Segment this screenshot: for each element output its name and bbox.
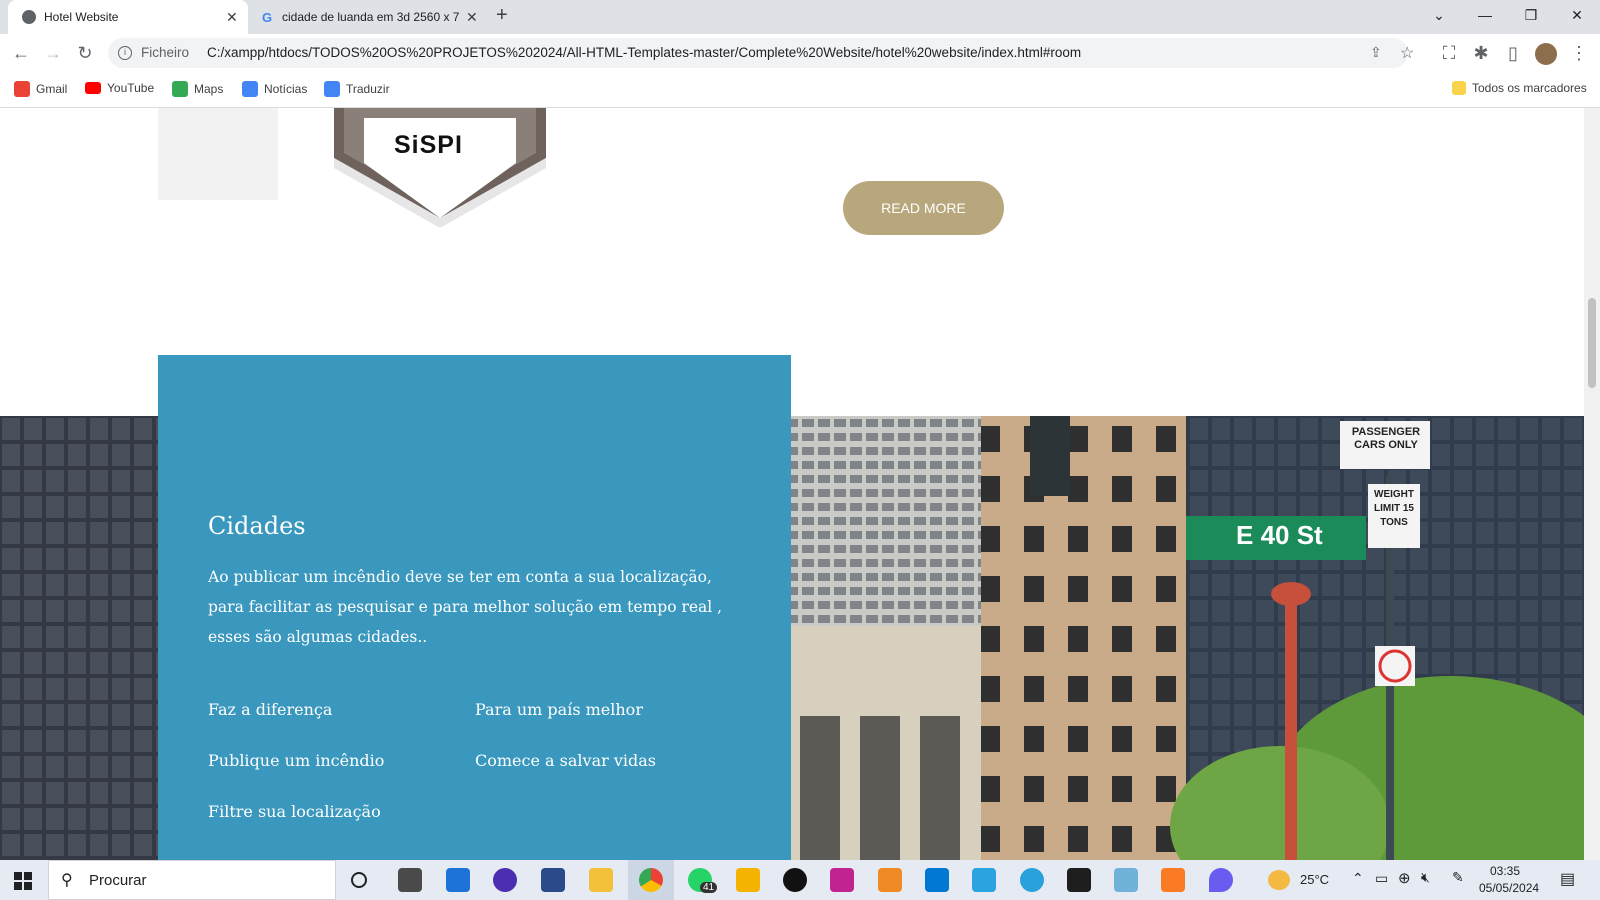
page-viewport: SiSPI READ MORE E 40 St PASSENGER CARS O… xyxy=(0,108,1584,860)
menu-icon[interactable]: ⋮ xyxy=(1566,40,1592,66)
sispi-logo: SiSPI xyxy=(334,108,546,228)
search-placeholder: Procurar xyxy=(89,872,147,889)
telegram-icon[interactable] xyxy=(1020,868,1044,892)
windows-taskbar: ⚲ Procurar 41 25°C ⌃ ▭ ⊕ 🔇︎ ✎ 03:35 05/0… xyxy=(0,860,1600,900)
screenshot-icon[interactable]: ⛶ xyxy=(1436,40,1462,66)
read-more-button[interactable]: READ MORE xyxy=(843,181,1004,235)
passenger-cars-sign: PASSENGER CARS ONLY xyxy=(1351,426,1421,451)
bookmarks-folder[interactable]: Todos os marcadores xyxy=(1452,81,1587,95)
globe-icon xyxy=(22,10,36,24)
browser-toolbar: ← → ↻ i Ficheiro C:/xampp/htdocs/TODOS%2… xyxy=(0,34,1600,72)
restore-button[interactable]: ❐ xyxy=(1508,0,1554,30)
close-icon[interactable]: ✕ xyxy=(226,9,238,26)
tab-title: Hotel Website xyxy=(44,10,119,24)
volume-muted-icon[interactable]: 🔇︎ xyxy=(1421,869,1430,886)
globe-network-icon[interactable]: ⊕ xyxy=(1398,869,1411,887)
search-icon: ⚲ xyxy=(61,872,73,889)
minimize-button[interactable]: — xyxy=(1462,0,1508,30)
tab-google-search[interactable]: G cidade de luanda em 3d 2560 x 7 ✕ xyxy=(252,0,486,34)
bookmark-youtube[interactable]: YouTube xyxy=(85,81,154,95)
avatar[interactable] xyxy=(1535,43,1557,65)
store-icon[interactable] xyxy=(446,868,470,892)
back-icon[interactable]: ← xyxy=(8,40,34,66)
logo-text: SiSPI xyxy=(394,131,463,159)
reload-icon[interactable]: ↻ xyxy=(72,40,98,66)
star-icon[interactable]: ☆ xyxy=(1400,43,1414,63)
clock-time[interactable]: 03:35 xyxy=(1490,864,1520,878)
file-explorer-icon[interactable] xyxy=(589,868,613,892)
chrome-icon-active[interactable] xyxy=(628,860,674,900)
clock-date[interactable]: 05/05/2024 xyxy=(1479,881,1539,895)
folder-icon xyxy=(1452,81,1466,95)
fl-studio-icon[interactable] xyxy=(878,868,902,892)
page-scrollbar[interactable] xyxy=(1584,108,1600,860)
url-text[interactable]: C:/xampp/htdocs/TODOS%20OS%20PROJETOS%20… xyxy=(207,45,1081,60)
tab-hotel-website[interactable]: Hotel Website ✕ xyxy=(8,0,248,34)
youtube-icon xyxy=(85,82,101,94)
app-bolt-icon[interactable] xyxy=(736,868,760,892)
tab-search-icon[interactable]: ⌄ xyxy=(1416,0,1462,30)
translate-icon xyxy=(324,81,340,97)
sidepanel-icon[interactable]: ▯ xyxy=(1500,40,1526,66)
link-pais-melhor[interactable]: Para um país melhor xyxy=(475,700,643,719)
app-diamond-icon[interactable] xyxy=(972,868,996,892)
cidades-panel: Cidades Ao publicar um incêndio deve se … xyxy=(158,355,791,860)
news-icon xyxy=(242,81,258,97)
forward-icon[interactable]: → xyxy=(40,40,66,66)
xampp-icon[interactable] xyxy=(1161,868,1185,892)
section-title: Cidades xyxy=(208,512,306,540)
task-view-icon[interactable] xyxy=(351,872,367,888)
close-window-button[interactable]: ✕ xyxy=(1554,0,1600,30)
app-drop-icon[interactable] xyxy=(1209,868,1233,892)
maps-icon xyxy=(172,81,188,97)
link-filtre-localizacao[interactable]: Filtre sua localização xyxy=(208,802,381,821)
weather-icon[interactable] xyxy=(1268,870,1290,890)
gmail-icon xyxy=(14,81,30,97)
tab-strip: Hotel Website ✕ G cidade de luanda em 3d… xyxy=(0,0,1600,34)
mail-icon[interactable] xyxy=(398,868,422,892)
scheme-label: Ficheiro xyxy=(141,45,190,60)
windows-start-icon[interactable] xyxy=(14,872,32,890)
info-icon: i xyxy=(118,46,132,60)
section-description: Ao publicar um incêndio deve se ter em c… xyxy=(208,568,723,646)
close-icon[interactable]: ✕ xyxy=(466,9,478,26)
extensions-icon[interactable]: ✱ xyxy=(1468,40,1494,66)
google-icon: G xyxy=(262,10,273,25)
tab-title: cidade de luanda em 3d 2560 x 7 xyxy=(282,10,460,24)
whatsapp-badge: 41 xyxy=(700,882,718,893)
link-publique-incendio[interactable]: Publique um incêndio xyxy=(208,751,384,770)
chevron-up-icon[interactable]: ⌃ xyxy=(1352,870,1364,887)
weight-limit-sign: WEIGHT LIMIT 15 TONS xyxy=(1373,489,1414,528)
tiktok-icon[interactable] xyxy=(783,868,807,892)
device-icon[interactable]: ▭ xyxy=(1375,870,1388,887)
bookmark-noticias[interactable]: Notícias xyxy=(242,81,307,97)
room-image-placeholder xyxy=(158,108,278,200)
scrollbar-thumb[interactable] xyxy=(1588,298,1596,388)
bookmark-gmail[interactable]: Gmail xyxy=(14,81,67,97)
link-faz-diferenca[interactable]: Faz a diferença xyxy=(208,700,332,719)
new-tab-button[interactable]: + xyxy=(496,4,508,27)
app-notes-icon[interactable] xyxy=(1114,868,1138,892)
bookmarks-bar: Gmail YouTube Maps Notícias Traduzir Tod… xyxy=(0,72,1600,108)
devhome-icon[interactable] xyxy=(541,868,565,892)
share-icon[interactable]: ⇪ xyxy=(1370,44,1382,61)
street-sign-e40: E 40 St xyxy=(1236,520,1323,550)
address-bar[interactable]: i Ficheiro C:/xampp/htdocs/TODOS%20OS%20… xyxy=(108,38,1414,68)
taskbar-search[interactable]: ⚲ Procurar xyxy=(48,860,336,900)
app-icon[interactable] xyxy=(493,868,517,892)
link-salvar-vidas[interactable]: Comece a salvar vidas xyxy=(475,751,656,770)
weather-temp: 25°C xyxy=(1300,872,1330,887)
notifications-icon[interactable]: ▤ xyxy=(1560,869,1575,889)
bookmark-traduzir[interactable]: Traduzir xyxy=(324,81,390,97)
vscode-icon[interactable] xyxy=(925,868,949,892)
bookmark-maps[interactable]: Maps xyxy=(172,81,223,97)
app-pink-icon[interactable] xyxy=(830,868,854,892)
terminal-icon[interactable] xyxy=(1067,868,1091,892)
pen-icon[interactable]: ✎ xyxy=(1452,869,1464,886)
